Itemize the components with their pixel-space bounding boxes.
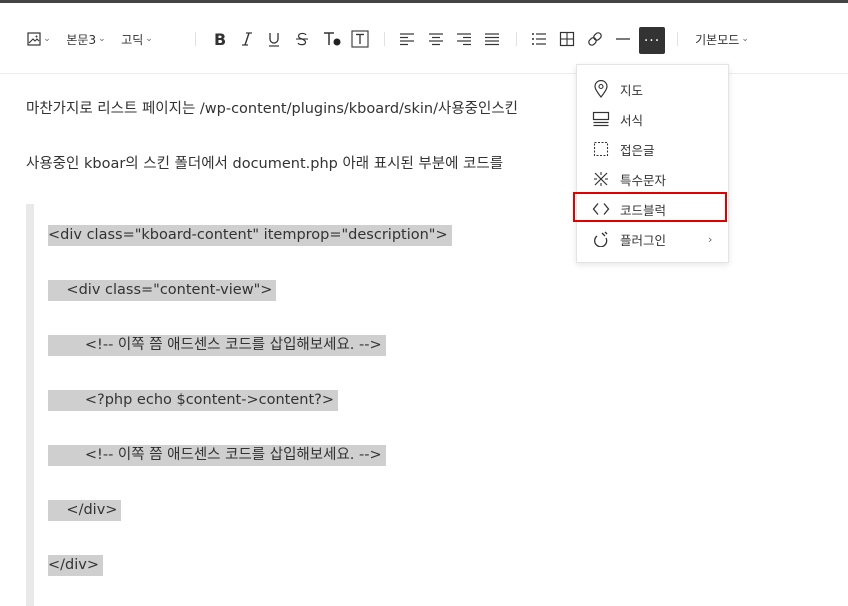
table-button[interactable] bbox=[558, 28, 576, 50]
underline-icon bbox=[269, 33, 279, 47]
insert-image-button[interactable]: ⌄ bbox=[25, 28, 53, 50]
menu-item-special-char[interactable]: 특수문자 bbox=[577, 164, 728, 194]
toolbar-divider bbox=[516, 32, 517, 46]
strikethrough-icon bbox=[296, 32, 308, 46]
menu-item-label: 특수문자 bbox=[620, 172, 667, 188]
italic-icon bbox=[242, 32, 252, 46]
more-button[interactable]: ··· bbox=[639, 27, 665, 54]
text-background-button[interactable] bbox=[350, 28, 370, 50]
editor-mode-dropdown[interactable]: 기본모드 ⌄ bbox=[692, 28, 752, 50]
bold-button[interactable]: B bbox=[211, 28, 229, 50]
code-line: <?php echo $content->content?> bbox=[48, 390, 338, 411]
special-char-icon bbox=[591, 169, 611, 189]
chevron-down-icon: ⌄ bbox=[43, 34, 51, 44]
italic-button[interactable] bbox=[238, 28, 256, 50]
text-style-dropdown[interactable]: 본문3 ⌄ bbox=[64, 28, 108, 50]
bullet-list-icon bbox=[532, 33, 546, 45]
link-button[interactable] bbox=[586, 28, 604, 50]
chevron-down-icon: ⌄ bbox=[98, 34, 106, 44]
text-color-icon bbox=[324, 32, 341, 46]
table-icon bbox=[559, 31, 575, 47]
align-left-button[interactable] bbox=[398, 28, 416, 50]
underline-button[interactable] bbox=[265, 28, 283, 50]
menu-item-fold[interactable]: 접은글 bbox=[577, 134, 728, 164]
code-line: </div> bbox=[48, 500, 122, 521]
more-dots-icon: ··· bbox=[643, 32, 661, 49]
svg-text:B: B bbox=[214, 31, 226, 47]
toolbar-divider bbox=[677, 32, 678, 46]
menu-item-label: 서식 bbox=[620, 112, 644, 128]
code-quote-block[interactable]: <div class="kboard-content" itemprop="de… bbox=[26, 204, 848, 606]
text-style-label: 본문3 bbox=[66, 32, 97, 47]
map-pin-icon bbox=[591, 79, 611, 99]
editor-mode-label: 기본모드 bbox=[695, 32, 740, 47]
fold-icon bbox=[591, 139, 611, 159]
font-label: 고딕 bbox=[121, 32, 144, 47]
horizontal-line-icon bbox=[616, 38, 630, 40]
font-dropdown[interactable]: 고딕 ⌄ bbox=[118, 28, 156, 50]
highlight-box bbox=[573, 192, 727, 222]
bullet-list-button[interactable] bbox=[530, 28, 548, 50]
align-left-icon bbox=[400, 33, 414, 46]
bold-icon: B bbox=[214, 31, 226, 47]
menu-item-template[interactable]: 서식 bbox=[577, 104, 728, 134]
align-justify-button[interactable] bbox=[483, 28, 501, 50]
code-line: </div> bbox=[48, 555, 103, 576]
plugin-icon bbox=[591, 229, 611, 249]
toolbar-divider bbox=[384, 32, 385, 46]
code-line: <!-- 이쪽 쯤 애드센스 코드를 삽입해보세요. --> bbox=[48, 445, 386, 466]
paragraph-1[interactable]: 마찬가지로 리스트 페이지는 /wp-content/plugins/kboar… bbox=[26, 97, 518, 118]
code-line: <!-- 이쪽 쯤 애드센스 코드를 삽입해보세요. --> bbox=[48, 335, 386, 356]
align-right-icon bbox=[457, 33, 471, 46]
text-background-icon bbox=[351, 30, 369, 48]
toolbar-divider bbox=[195, 32, 196, 46]
more-menu: 지도 서식 접은글 특수문자 코드블럭 플러그인 › bbox=[576, 64, 729, 263]
link-icon bbox=[588, 32, 602, 46]
menu-item-label: 플러그인 bbox=[620, 232, 667, 248]
menu-item-plugin[interactable]: 플러그인 › bbox=[577, 224, 728, 254]
menu-item-label: 지도 bbox=[620, 82, 644, 98]
template-icon bbox=[591, 109, 611, 129]
image-icon bbox=[27, 32, 41, 46]
align-right-button[interactable] bbox=[455, 28, 473, 50]
align-center-button[interactable] bbox=[427, 28, 445, 50]
chevron-down-icon: ⌄ bbox=[145, 34, 153, 44]
align-center-icon bbox=[429, 33, 443, 46]
menu-item-label: 접은글 bbox=[620, 142, 655, 158]
text-color-button[interactable] bbox=[321, 28, 343, 50]
code-line: <div class="kboard-content" itemprop="de… bbox=[48, 225, 452, 246]
paragraph-2[interactable]: 사용중인 kboar의 스킨 폴더에서 document.php 아래 표시된 … bbox=[26, 152, 503, 173]
menu-item-map[interactable]: 지도 bbox=[577, 74, 728, 104]
chevron-down-icon: ⌄ bbox=[741, 34, 749, 44]
strikethrough-button[interactable] bbox=[293, 28, 311, 50]
code-line: <div class="content-view"> bbox=[48, 280, 277, 301]
align-justify-icon bbox=[485, 33, 499, 46]
horizontal-line-button[interactable] bbox=[614, 28, 632, 50]
chevron-right-icon: › bbox=[708, 232, 713, 246]
